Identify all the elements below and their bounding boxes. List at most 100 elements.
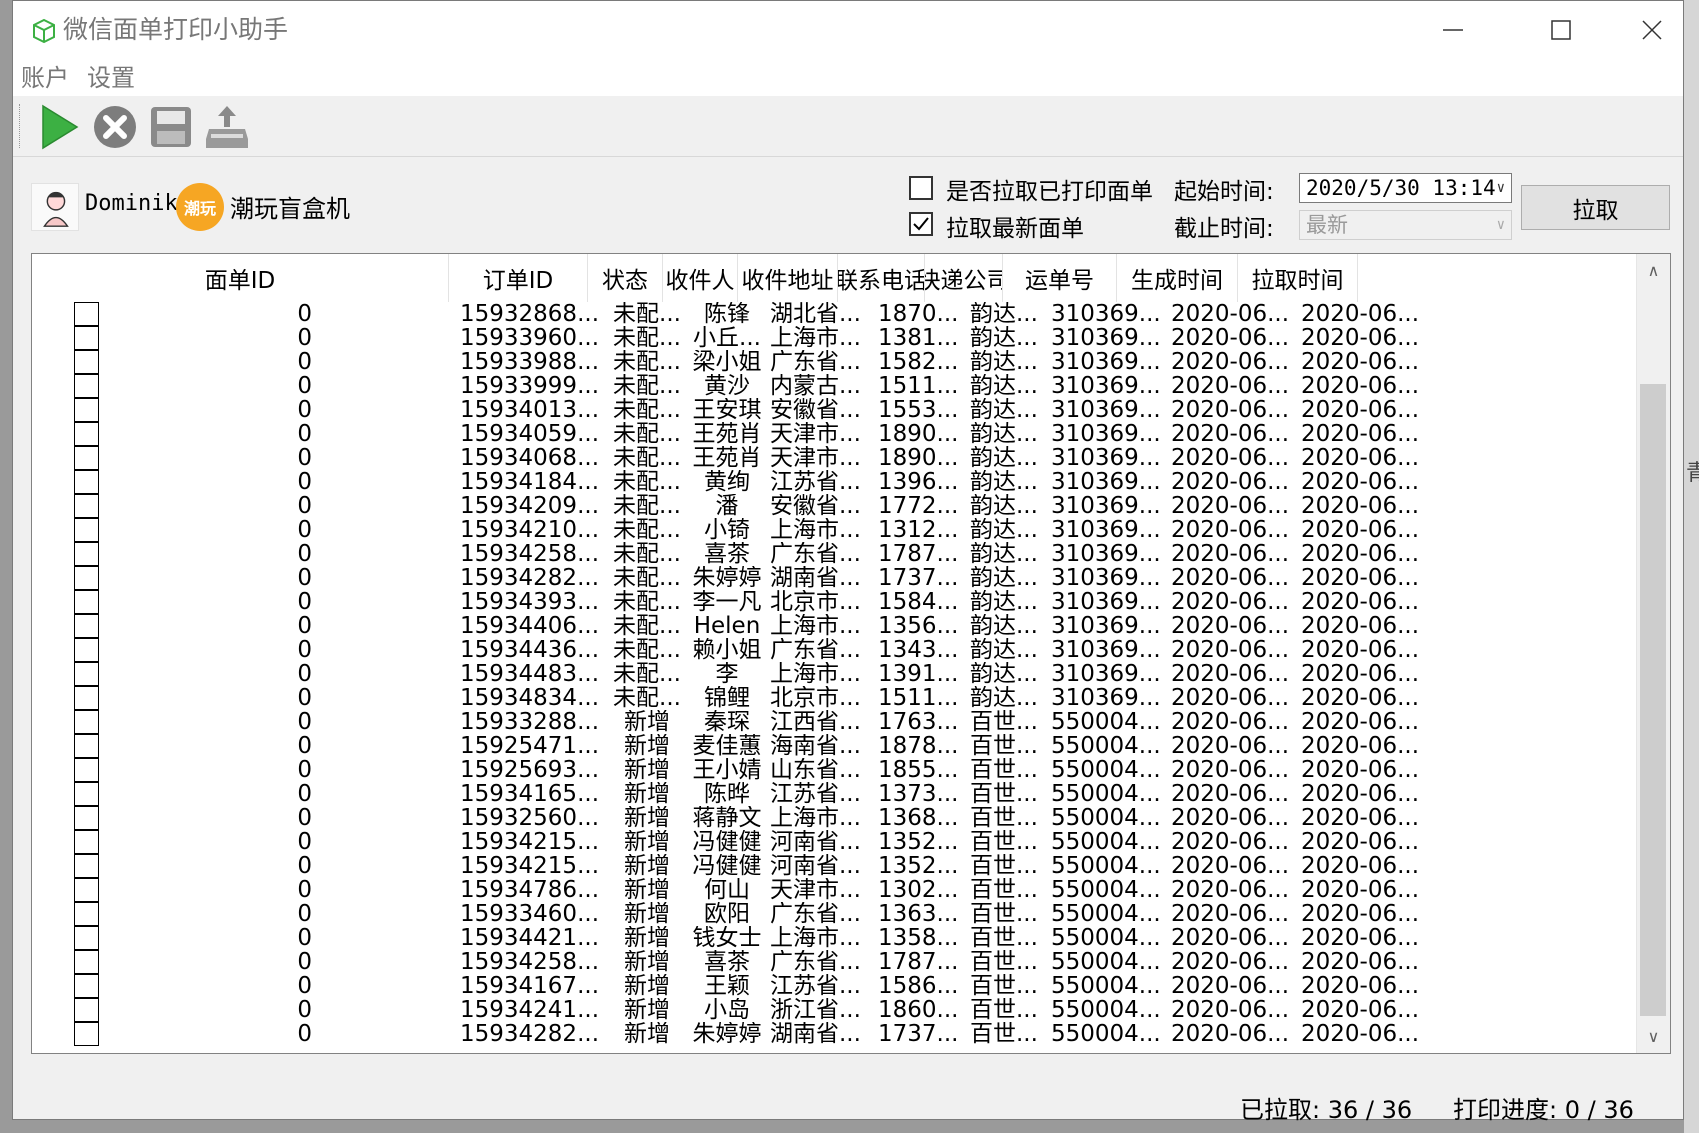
row-select-checkbox[interactable] (74, 638, 99, 662)
table-row[interactable]: 0 15934406... 未配... Helen 上海市... 1356... 韵达...… (32, 614, 1632, 638)
table-row[interactable]: 0 15934209... 未配... 潘 安徽省... 1772... 韵达... 3103… (32, 494, 1632, 518)
row-select-checkbox[interactable] (74, 590, 99, 614)
table-row[interactable]: 0 15934282... 新增 朱婷婷 湖南省... 1737... 百世... 55000… (32, 1022, 1632, 1046)
row-select-checkbox[interactable] (74, 950, 99, 974)
table-row[interactable]: 0 15934282... 未配... 朱婷婷 湖南省... 1737... 韵达... 31… (32, 566, 1632, 590)
table-row[interactable]: 0 15934184... 未配... 黄绚 江苏省... 1396... 韵达... 310… (32, 470, 1632, 494)
save-icon[interactable] (147, 103, 195, 151)
row-select-checkbox[interactable] (74, 686, 99, 710)
row-select-checkbox[interactable] (74, 878, 99, 902)
row-select-checkbox[interactable] (74, 542, 99, 566)
table-row[interactable]: 0 15933288... 新增 秦琛 江西省... 1763... 百世... 550004… (32, 710, 1632, 734)
start-time-picker[interactable]: 2020/5/30 13:14 ∨ (1299, 173, 1512, 203)
col-generated-time-header[interactable]: 生成时间 (1117, 254, 1238, 302)
fetch-printed-checkbox[interactable] (909, 176, 933, 200)
table-row[interactable]: 0 15933999... 未配... 黄沙 内蒙古... 1511... 韵达... 310… (32, 374, 1632, 398)
table-row[interactable]: 0 15934059... 未配... 王苑肖 天津市... 1890... 韵达... 31… (32, 422, 1632, 446)
row-select-checkbox[interactable] (74, 350, 99, 374)
row-select-checkbox[interactable] (74, 974, 99, 998)
row-select-checkbox[interactable] (74, 902, 99, 926)
table-row[interactable]: 0 15934165... 新增 陈晔 江苏省... 1373... 百世... 550004… (32, 782, 1632, 806)
cell-waybill-id: 0 (297, 518, 312, 542)
table-row[interactable]: 0 15934393... 未配... 李一凡 北京市... 1584... 韵达... 31… (32, 590, 1632, 614)
row-select-checkbox[interactable] (74, 614, 99, 638)
row-select-checkbox[interactable] (74, 782, 99, 806)
table-row[interactable]: 0 15934241... 新增 小岛 浙江省... 1860... 百世... 550004… (32, 998, 1632, 1022)
col-order-id-header[interactable]: 订单ID (449, 254, 588, 302)
table-row[interactable]: 0 15934215... 新增 冯健健 河南省... 1352... 百世... 55000… (32, 830, 1632, 854)
table-row[interactable]: 0 15934258... 新增 喜茶 广东省... 1787... 百世... 550004… (32, 950, 1632, 974)
minimize-button[interactable] (1407, 1, 1499, 59)
row-select-checkbox[interactable] (74, 374, 99, 398)
table-row[interactable]: 0 15934068... 未配... 王苑肖 天津市... 1890... 韵达... 31… (32, 446, 1632, 470)
col-recipient-header[interactable]: 收件人 (663, 254, 738, 302)
row-select-checkbox[interactable] (74, 662, 99, 686)
chevron-down-icon[interactable]: ∨ (1497, 174, 1505, 202)
table-row[interactable]: 0 15932868... 未配... 陈锋 湖北省... 1870... 韵达... 310… (32, 302, 1632, 326)
table-row[interactable]: 0 15934834... 未配... 锦鲤 北京市... 1511... 韵达... 310… (32, 686, 1632, 710)
table-row[interactable]: 0 15934258... 未配... 喜茶 广东省... 1787... 韵达... 310… (32, 542, 1632, 566)
cell-waybill-id: 0 (297, 494, 312, 518)
table-row[interactable]: 0 15934483... 未配... 李 上海市... 1391... 韵达... 3103… (32, 662, 1632, 686)
menu-settings[interactable]: 设置 (87, 62, 135, 94)
table-row[interactable]: 0 15934210... 未配... 小锜 上海市... 1312... 韵达... 310… (32, 518, 1632, 542)
row-select-checkbox[interactable] (74, 398, 99, 422)
close-button[interactable] (1606, 1, 1698, 59)
scrollbar-thumb[interactable] (1640, 384, 1666, 1016)
row-select-checkbox[interactable] (74, 854, 99, 878)
upload-print-icon[interactable] (203, 103, 251, 151)
cell-status: 未配... (613, 590, 681, 614)
row-select-checkbox[interactable] (74, 710, 99, 734)
col-pulled-time-header[interactable]: 拉取时间 (1238, 254, 1358, 302)
col-express-header[interactable]: 快递公司 (925, 254, 1003, 302)
row-select-checkbox[interactable] (74, 806, 99, 830)
table-row[interactable]: 0 15933460... 新增 欧阳 广东省... 1363... 百世... 550004… (32, 902, 1632, 926)
row-select-checkbox[interactable] (74, 518, 99, 542)
col-tracking-header[interactable]: 运单号 (1003, 254, 1117, 302)
scroll-down-icon[interactable]: ∨ (1637, 1020, 1670, 1053)
table-row[interactable]: 0 15933960... 未配... 小丘... 上海市... 1381... 韵达...… (32, 326, 1632, 350)
table-row[interactable]: 0 15934167... 新增 王颖 江苏省... 1586... 百世... 550004… (32, 974, 1632, 998)
col-address-header[interactable]: 收件地址 (738, 254, 838, 302)
col-phone-header[interactable]: 联系电话 (838, 254, 925, 302)
cell-status: 新增 (624, 1022, 670, 1046)
table-row[interactable]: 0 15925471... 新增 麦佳蕙 海南省... 1878... 百世... 55000… (32, 734, 1632, 758)
fetch-newest-label[interactable]: 拉取最新面单 (946, 209, 1084, 243)
row-select-checkbox[interactable] (74, 758, 99, 782)
row-select-checkbox[interactable] (74, 566, 99, 590)
row-select-checkbox[interactable] (74, 494, 99, 518)
row-select-checkbox[interactable] (74, 470, 99, 494)
end-time-picker[interactable]: 最新 ∨ (1299, 210, 1512, 240)
toolbar-grip[interactable] (19, 104, 23, 148)
row-select-checkbox[interactable] (74, 422, 99, 446)
vertical-scrollbar[interactable]: ∧ ∨ (1636, 254, 1670, 1053)
col-status-header[interactable]: 状态 (588, 254, 663, 302)
row-select-checkbox[interactable] (74, 1022, 99, 1046)
table-row[interactable]: 0 15925693... 新增 王小婧 山东省... 1855... 百世... 55000… (32, 758, 1632, 782)
row-select-checkbox[interactable] (74, 830, 99, 854)
table-row[interactable]: 0 15934786... 新增 何山 天津市... 1302... 百世... 550004… (32, 878, 1632, 902)
col-waybill-id-header[interactable]: 面单ID (32, 254, 449, 302)
fetch-printed-label[interactable]: 是否拉取已打印面单 (946, 172, 1153, 206)
row-select-checkbox[interactable] (74, 926, 99, 950)
row-select-checkbox[interactable] (74, 326, 99, 350)
stop-icon[interactable] (91, 103, 139, 151)
row-select-checkbox[interactable] (74, 734, 99, 758)
fetch-newest-checkbox[interactable] (909, 212, 933, 236)
fetch-button[interactable]: 拉取 (1521, 185, 1670, 230)
row-select-checkbox[interactable] (74, 302, 99, 326)
table-row[interactable]: 0 15932560... 新增 蒋静文 上海市... 1368... 百世... 55000… (32, 806, 1632, 830)
avatar[interactable] (31, 183, 79, 231)
table-row[interactable]: 0 15934013... 未配... 王安琪 安徽省... 1553... 韵达... 31… (32, 398, 1632, 422)
table-row[interactable]: 0 15934436... 未配... 赖小姐 广东省... 1343... 韵达... 31… (32, 638, 1632, 662)
row-select-checkbox[interactable] (74, 998, 99, 1022)
scroll-up-icon[interactable]: ∧ (1637, 254, 1670, 287)
chevron-down-icon[interactable]: ∨ (1497, 211, 1505, 239)
table-row[interactable]: 0 15934421... 新增 钱女士 上海市... 1358... 百世... 55000… (32, 926, 1632, 950)
table-row[interactable]: 0 15933988... 未配... 梁小姐 广东省... 1582... 韵达... 31… (32, 350, 1632, 374)
menu-account[interactable]: 账户 (21, 62, 69, 94)
maximize-button[interactable] (1515, 1, 1607, 59)
table-row[interactable]: 0 15934215... 新增 冯健健 河南省... 1352... 百世... 55000… (32, 854, 1632, 878)
row-select-checkbox[interactable] (74, 446, 99, 470)
play-icon[interactable] (35, 103, 83, 151)
